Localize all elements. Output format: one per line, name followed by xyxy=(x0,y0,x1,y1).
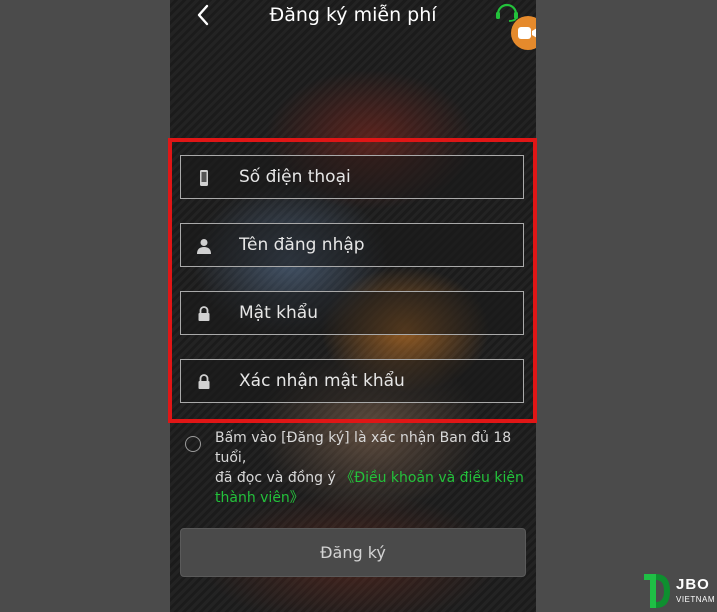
page-title: Đăng ký miễn phí xyxy=(269,4,437,26)
video-camera-icon[interactable] xyxy=(511,16,536,50)
lock-icon xyxy=(195,305,213,323)
phone-number-field[interactable] xyxy=(180,155,524,199)
password-input[interactable] xyxy=(239,292,519,334)
register-button[interactable]: Đăng ký xyxy=(180,528,526,577)
phone-screen: Đăng ký miễn phí xyxy=(170,0,536,612)
consent-line-2: đã đọc và đồng ý xyxy=(215,470,341,486)
password-field[interactable] xyxy=(180,291,524,335)
username-input[interactable] xyxy=(239,224,519,266)
header-bar: Đăng ký miễn phí xyxy=(170,0,536,34)
confirm-password-input[interactable] xyxy=(239,360,519,402)
user-icon xyxy=(195,237,213,255)
watermark-brand: JBO xyxy=(676,576,710,593)
agree-radio[interactable] xyxy=(185,436,201,452)
confirm-password-field[interactable] xyxy=(180,359,524,403)
lock-icon xyxy=(195,373,213,391)
phone-icon xyxy=(195,169,213,187)
jbo-logo: JBO VIETNAM xyxy=(642,570,717,612)
username-field[interactable] xyxy=(180,223,524,267)
consent-text: Bấm vào [Đăng ký] là xác nhận Ban đủ 18 … xyxy=(215,428,530,508)
watermark-sub: VIETNAM xyxy=(676,595,716,604)
phone-number-input[interactable] xyxy=(239,156,519,198)
consent-line-1: Bấm vào [Đăng ký] là xác nhận Ban đủ 18 … xyxy=(215,430,512,466)
jbo-logo-icon xyxy=(644,574,670,608)
